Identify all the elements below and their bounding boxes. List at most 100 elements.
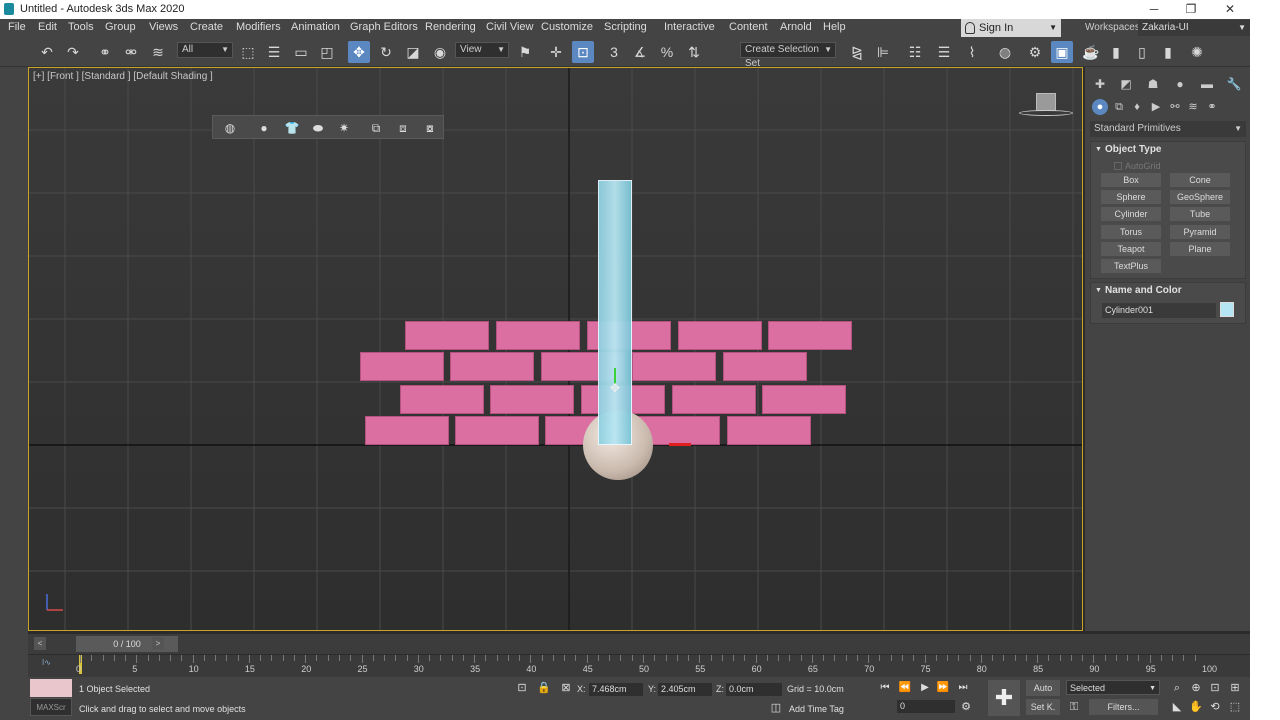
menu-create[interactable]: Create (190, 21, 223, 33)
tube-button[interactable]: Tube (1170, 207, 1230, 221)
previous-key-icon[interactable]: ⏪ (897, 680, 913, 696)
cone-button[interactable]: Cone (1170, 173, 1230, 187)
key-filters-icon[interactable]: ⚿ (1066, 699, 1082, 715)
move-gizmo-icon[interactable]: ✥ (610, 381, 620, 395)
z-coordinate-field[interactable]: 0.0cm (726, 683, 782, 696)
brick[interactable] (450, 352, 534, 381)
helpers-icon[interactable]: ⚯ (1167, 99, 1183, 115)
lock-selection-icon[interactable]: 🔒 (536, 680, 552, 696)
time-configuration-icon[interactable]: ⚙ (958, 699, 974, 715)
set-key-button[interactable]: Set K. (1026, 699, 1060, 715)
capsule-icon[interactable]: ⬬ (309, 119, 327, 137)
menu-graph-editors[interactable]: Graph Editors (350, 21, 418, 33)
maximize-button[interactable]: ❐ (1173, 1, 1209, 18)
mirror-icon[interactable]: ⧎ (846, 41, 868, 63)
brick[interactable] (400, 385, 484, 414)
sign-in-dropdown[interactable]: Sign In ▼ (961, 19, 1061, 37)
current-frame-field[interactable]: 0 (897, 700, 955, 713)
menu-group[interactable]: Group (105, 21, 136, 33)
plane-button[interactable]: Plane (1170, 242, 1230, 256)
shaded-mode-icon[interactable]: ◍ (221, 119, 239, 137)
geosphere-button[interactable]: GeoSphere (1170, 190, 1230, 204)
textplus-button[interactable]: TextPlus (1101, 259, 1161, 273)
key-filter-dropdown[interactable]: Selected ▼ (1066, 680, 1160, 695)
brick[interactable] (455, 416, 539, 445)
align-icon[interactable]: ⊫ (872, 41, 894, 63)
menu-content[interactable]: Content (729, 21, 768, 33)
brick[interactable] (632, 352, 716, 381)
brick[interactable] (723, 352, 807, 381)
primitive-category-dropdown[interactable]: Standard Primitives ▼ (1090, 121, 1246, 137)
brick[interactable] (360, 352, 444, 381)
absolute-mode-icon[interactable]: ⊠ (558, 680, 574, 696)
menu-interactive[interactable]: Interactive (664, 21, 715, 33)
y-coordinate-field[interactable]: 2.405cm (658, 683, 712, 696)
render-activeshade-icon[interactable]: ▯ (1131, 41, 1153, 63)
pan-icon[interactable]: ✋ (1188, 699, 1204, 715)
front-viewport[interactable]: [+] [Front ] [Standard ] [Default Shadin… (28, 67, 1083, 631)
play-icon[interactable]: ▶ (917, 680, 933, 696)
field-of-view-icon[interactable]: ◣ (1169, 699, 1185, 715)
frame-stop-icon[interactable]: ⧇ (421, 119, 439, 137)
orbit-icon[interactable]: ⟲ (1207, 699, 1223, 715)
auto-key-button[interactable]: Auto (1026, 680, 1060, 696)
go-to-start-icon[interactable]: ⏮ (877, 680, 893, 696)
time-tag-icon[interactable]: ◫ (768, 700, 784, 716)
spinner-snap-icon[interactable]: ⇅ (683, 41, 705, 63)
viewcube[interactable] (1036, 93, 1056, 111)
angle-snap-icon[interactable]: ∡ (629, 41, 651, 63)
brick[interactable] (490, 385, 574, 414)
add-time-tag[interactable]: Add Time Tag (789, 704, 844, 714)
zoom-icon[interactable]: ⌕ (1169, 680, 1185, 696)
select-and-rotate-icon[interactable]: ↻ (375, 41, 397, 63)
menu-rendering[interactable]: Rendering (425, 21, 476, 33)
systems-icon[interactable]: ⚭ (1204, 99, 1220, 115)
gizmo-x-axis[interactable] (669, 443, 691, 446)
viewport-label[interactable]: [+] [Front ] [Standard ] [Default Shadin… (33, 71, 213, 82)
menu-views[interactable]: Views (149, 21, 178, 33)
isolate-selection-icon[interactable]: ⊡ (514, 680, 530, 696)
create-tab-icon[interactable]: ✚ (1091, 75, 1109, 93)
go-to-end-icon[interactable]: ⏭ (955, 680, 971, 696)
teapot-button[interactable]: Teapot (1101, 242, 1161, 256)
scene-explorer-icon[interactable]: ☷ (904, 41, 926, 63)
brick[interactable] (762, 385, 846, 414)
cylinder-button[interactable]: Cylinder (1101, 207, 1161, 221)
next-key-icon[interactable]: ⏩ (935, 680, 951, 696)
frame-back-icon[interactable]: ⧉ (367, 119, 385, 137)
selection-filter-dropdown[interactable]: All ▼ (177, 42, 233, 58)
viewcube-ring[interactable] (1019, 110, 1073, 116)
zoom-extents-all-icon[interactable]: ⊞ (1227, 680, 1243, 696)
set-key-big-icon[interactable]: ✚ (988, 680, 1020, 716)
brick[interactable] (678, 321, 762, 350)
brick[interactable] (405, 321, 489, 350)
minimize-button[interactable]: ─ (1136, 1, 1172, 18)
unlink-icon[interactable]: ⚮ (120, 41, 142, 63)
sphere-display-icon[interactable]: ● (255, 119, 273, 137)
render-cloud-icon[interactable]: ▮ (1157, 41, 1179, 63)
select-by-name-icon[interactable]: ☰ (263, 41, 285, 63)
object-name-field[interactable]: Cylinder001 (1102, 303, 1216, 318)
lights-icon[interactable]: ♦ (1129, 99, 1145, 115)
reference-coordinate-dropdown[interactable]: View ▼ (455, 42, 509, 58)
previous-frame-icon[interactable]: < (34, 637, 46, 650)
shapes-icon[interactable]: ⧉ (1111, 99, 1127, 115)
close-button[interactable]: ✕ (1212, 1, 1248, 18)
render-setup-icon[interactable]: ⚙ (1024, 41, 1046, 63)
zoom-extents-icon[interactable]: ⊡ (1207, 680, 1223, 696)
arnold-icon[interactable]: ✺ (1186, 41, 1208, 63)
menu-arnold[interactable]: Arnold (780, 21, 812, 33)
x-coordinate-field[interactable]: 7.468cm (589, 683, 643, 696)
brick[interactable] (496, 321, 580, 350)
keyboard-shortcut-override-icon[interactable]: ⊡ (572, 41, 594, 63)
rendered-frame-window-icon[interactable]: ▣ (1051, 41, 1073, 63)
menu-modifiers[interactable]: Modifiers (236, 21, 281, 33)
space-warps-icon[interactable]: ≋ (1185, 99, 1201, 115)
geometry-icon[interactable]: ● (1092, 99, 1108, 115)
create-selection-set-dropdown[interactable]: Create Selection Set ▼ (740, 42, 836, 69)
pyramid-button[interactable]: Pyramid (1170, 225, 1230, 239)
display-tab-icon[interactable]: ▬ (1198, 75, 1216, 93)
burst-icon[interactable]: ✷ (335, 119, 353, 137)
menu-civil-view[interactable]: Civil View (486, 21, 533, 33)
object-color-swatch[interactable] (1220, 302, 1234, 317)
